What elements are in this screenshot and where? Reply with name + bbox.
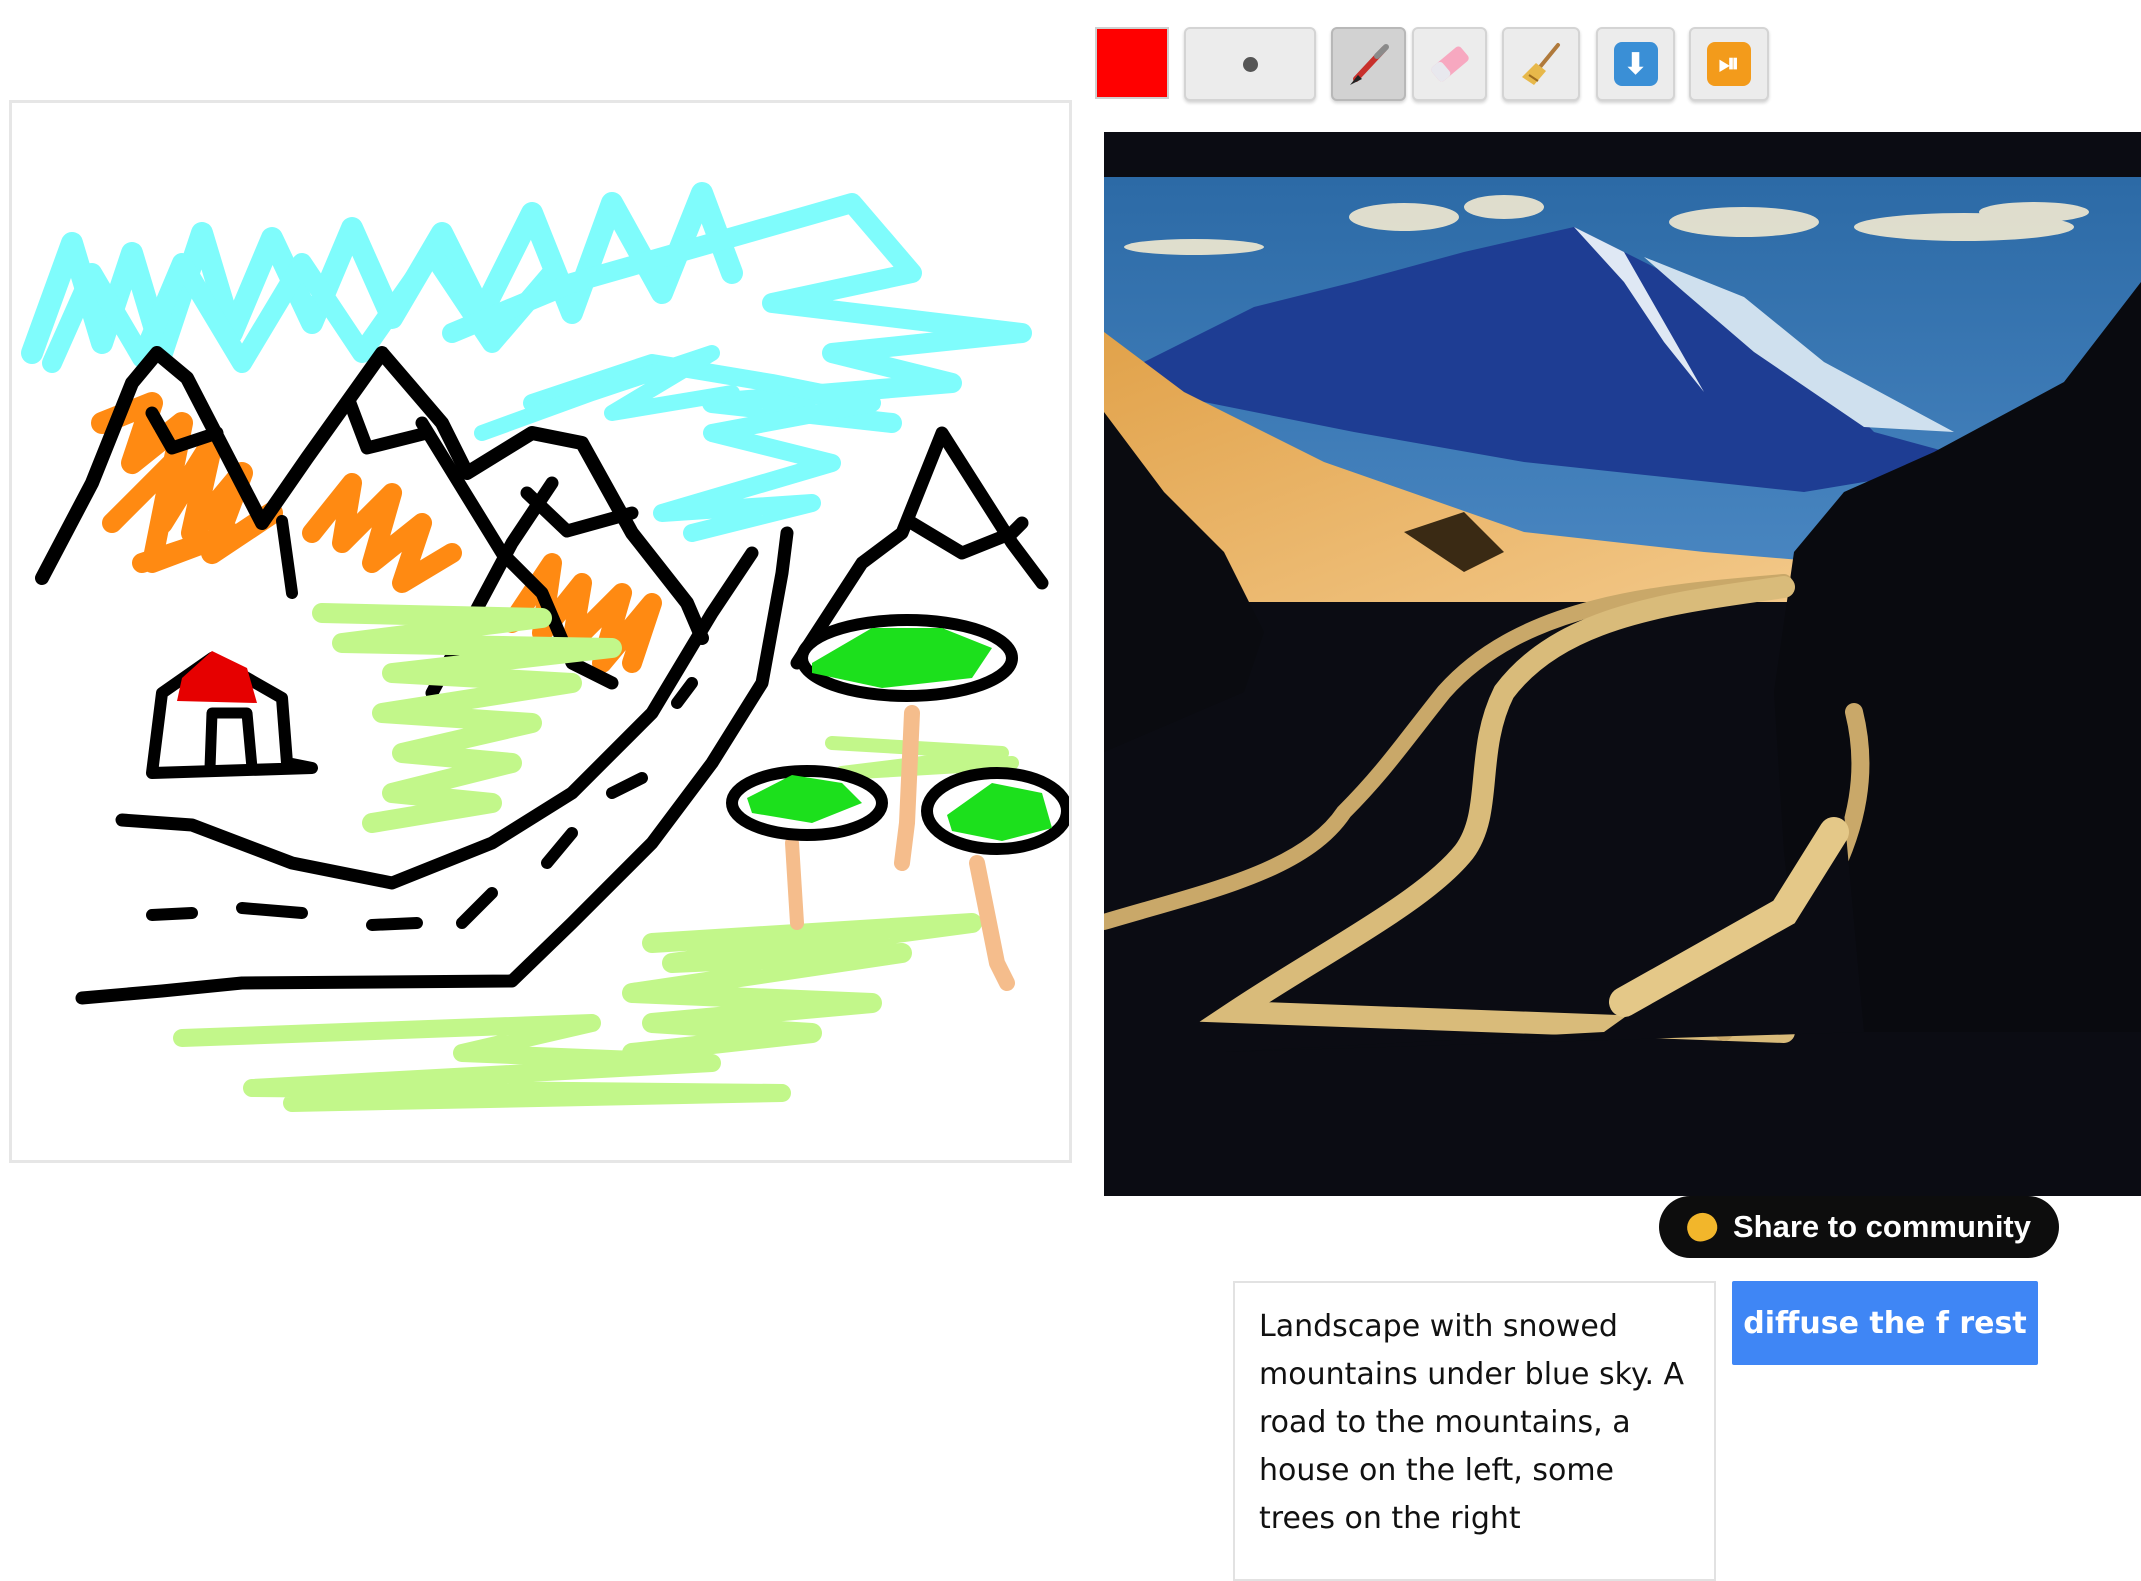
share-to-community-button[interactable]: Share to community — [1659, 1196, 2059, 1258]
download-button[interactable]: ⬇ — [1596, 27, 1675, 101]
drawing-canvas[interactable] — [9, 100, 1073, 1163]
clear-button[interactable] — [1502, 27, 1580, 101]
diffuse-button[interactable]: diffuse the f rest — [1732, 1281, 2038, 1365]
brush-size-button[interactable] — [1184, 27, 1316, 101]
brush-button[interactable] — [1331, 27, 1406, 101]
share-label: Share to community — [1733, 1209, 2031, 1244]
generated-landscape-image — [1104, 132, 2141, 1196]
broom-icon — [1522, 43, 1560, 85]
prompt-textbox[interactable]: Landscape with snowed mountains under bl… — [1233, 1281, 1716, 1581]
diffuse-button-label: diffuse the f rest — [1743, 1305, 2027, 1341]
sketch-drawing — [21, 182, 1073, 1112]
play-pause-icon: ⏯ — [1707, 42, 1751, 86]
prompt-text: Landscape with snowed mountains under bl… — [1259, 1309, 1685, 1536]
down-arrow-icon: ⬇ — [1613, 42, 1658, 86]
play-pause-button[interactable]: ⏯ — [1689, 27, 1769, 101]
dot-icon — [1242, 56, 1258, 72]
eraser-icon — [1430, 46, 1469, 82]
clapping-hands-icon — [1683, 1208, 1721, 1246]
color-swatch[interactable] — [1095, 27, 1169, 99]
paintbrush-icon — [1349, 44, 1389, 85]
eraser-button[interactable] — [1412, 27, 1487, 101]
generated-image — [1104, 132, 2141, 1196]
